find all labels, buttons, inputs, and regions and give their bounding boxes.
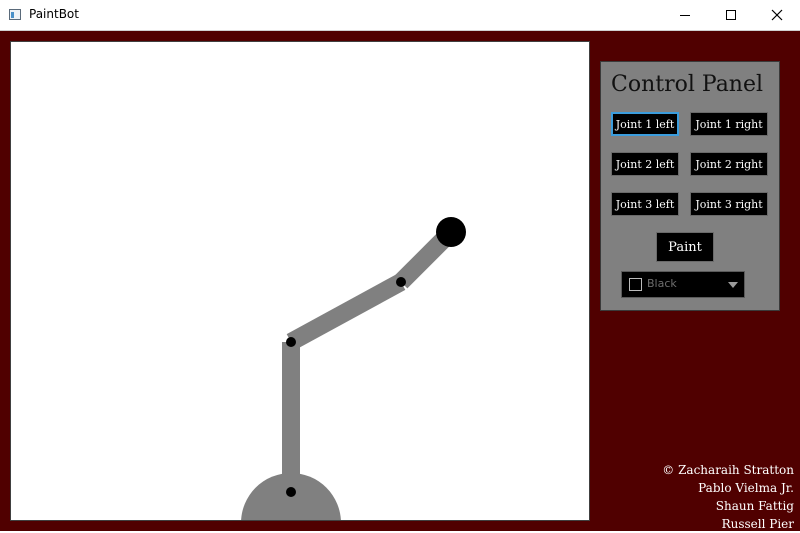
joint-2-left-button[interactable]: Joint 2 left — [611, 152, 679, 176]
control-panel-title: Control Panel — [611, 72, 764, 97]
color-dropdown-value: Black — [647, 277, 677, 290]
joint-3 — [396, 277, 406, 287]
credit-line: © Zacharaih Stratton — [662, 463, 794, 477]
robot-arm-drawing — [241, 217, 466, 520]
joint-2 — [286, 337, 296, 347]
paint-brush-tip — [436, 217, 466, 247]
minimize-icon — [680, 15, 690, 16]
window-client-area: Control Panel Joint 1 left Joint 1 right… — [0, 31, 800, 531]
credit-line: Russell Pier — [721, 517, 794, 531]
joint-2-right-button[interactable]: Joint 2 right — [690, 152, 768, 176]
close-icon — [771, 9, 783, 21]
maximize-icon — [726, 10, 736, 20]
paint-canvas[interactable] — [10, 41, 590, 521]
joint-1-right-button[interactable]: Joint 1 right — [690, 112, 768, 136]
credits: © Zacharaih Stratton Pablo Vielma Jr. Sh… — [662, 461, 794, 533]
joint-1-left-button[interactable]: Joint 1 left — [611, 112, 679, 136]
title-bar[interactable]: PaintBot — [0, 0, 800, 31]
color-swatch — [629, 278, 642, 291]
paint-button[interactable]: Paint — [656, 232, 714, 262]
maximize-button[interactable] — [708, 0, 754, 30]
credit-line: Pablo Vielma Jr. — [698, 481, 794, 495]
credit-line: Shaun Fattig — [715, 499, 794, 513]
joint-3-left-button[interactable]: Joint 3 left — [611, 192, 679, 216]
close-button[interactable] — [754, 0, 800, 30]
control-panel: Control Panel Joint 1 left Joint 1 right… — [600, 61, 780, 311]
joint-1 — [286, 487, 296, 497]
arm-segment-2 — [286, 274, 406, 350]
color-dropdown[interactable]: Black — [621, 271, 745, 298]
chevron-down-icon — [728, 282, 738, 288]
app-window-icon — [9, 9, 21, 20]
joint-3-right-button[interactable]: Joint 3 right — [690, 192, 768, 216]
minimize-button[interactable] — [662, 0, 708, 30]
window-title: PaintBot — [29, 7, 79, 21]
